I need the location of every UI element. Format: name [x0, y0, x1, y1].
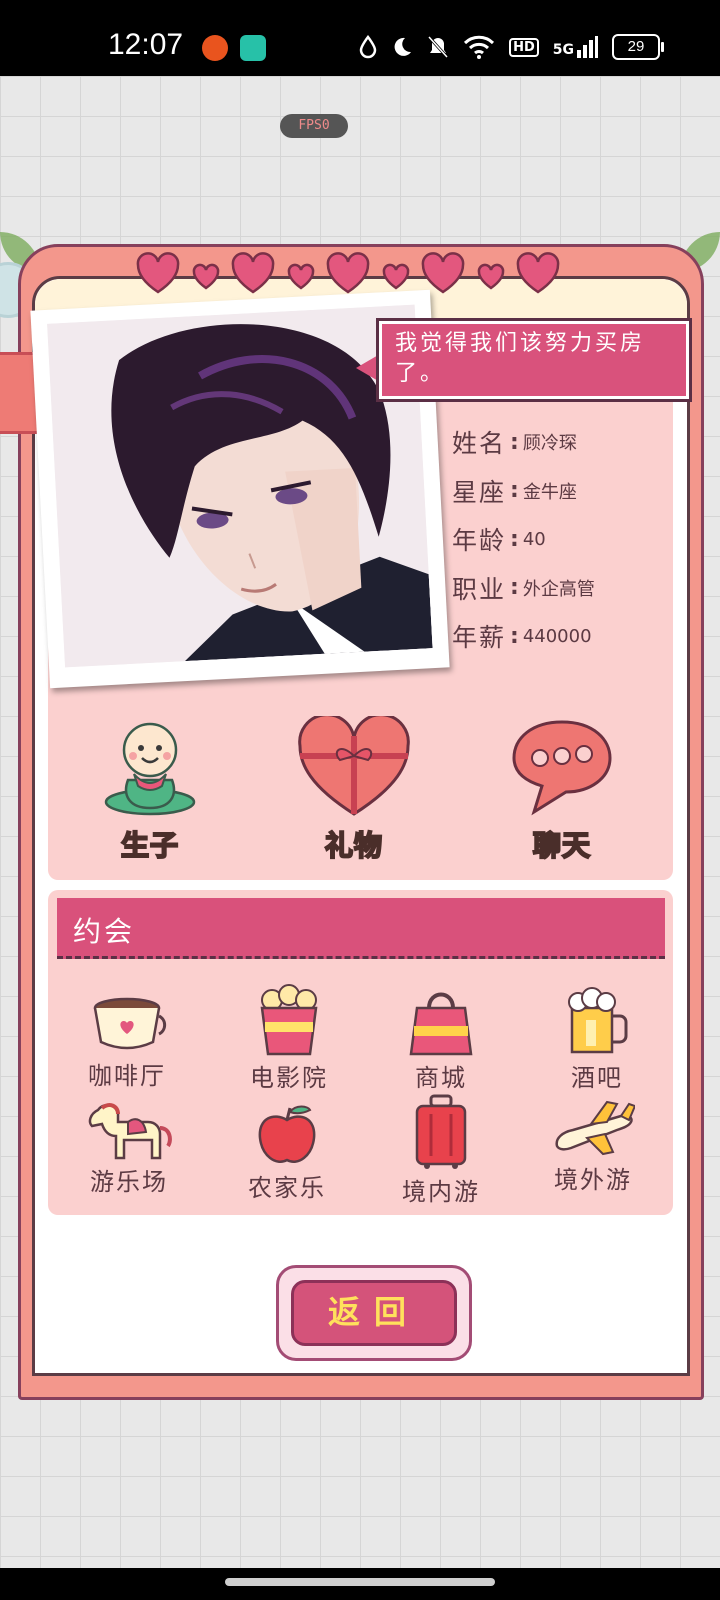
name-label: 姓名	[452, 429, 507, 459]
profile-row-name: 姓名: 顾冷琛	[452, 418, 595, 467]
salary-label: 年薪	[452, 623, 507, 653]
gift-heart-icon	[298, 713, 410, 816]
speech-text: 我觉得我们该努力买房了。	[395, 331, 646, 386]
status-bar: 12:07 HD 5G 29	[0, 0, 720, 76]
venue-domestic-travel-label: 境内游	[402, 1178, 480, 1206]
job-value: 外企高管	[522, 578, 595, 600]
network-type: 5G	[552, 42, 574, 58]
airplane-icon	[555, 1100, 635, 1156]
chat-button[interactable]: 聊天	[502, 716, 622, 864]
status-time: 12:07	[108, 28, 184, 61]
home-gesture-bar[interactable]	[225, 1578, 495, 1586]
water-drop-icon	[359, 35, 377, 59]
venue-bar[interactable]: 酒吧	[532, 986, 662, 1093]
popcorn-icon	[260, 984, 318, 1056]
venue-bar-label: 酒吧	[571, 1064, 623, 1092]
coffee-cup-icon	[93, 997, 167, 1050]
wifi-icon	[464, 35, 495, 59]
zodiac-value: 金牛座	[522, 481, 577, 503]
beer-mug-icon	[568, 987, 628, 1054]
profile-row-age: 年龄:40	[452, 515, 595, 564]
dating-title: 约会	[73, 915, 136, 948]
have-baby-label: 生子	[120, 828, 179, 863]
venue-cafe[interactable]: 咖啡厅	[62, 996, 192, 1091]
age-label: 年龄	[452, 526, 507, 556]
speech-bubble: 我觉得我们该努力买房了。	[376, 318, 692, 402]
signal-icon	[577, 36, 598, 58]
fps-counter: FPS0	[280, 114, 348, 138]
job-label: 职业	[452, 574, 507, 604]
hd-badge: HD	[509, 37, 539, 57]
salary-value: 440000	[522, 625, 592, 647]
carousel-horse-icon	[88, 1103, 172, 1160]
have-baby-button[interactable]: 生子	[90, 716, 210, 864]
zodiac-label: 星座	[452, 477, 507, 507]
moon-icon	[394, 37, 412, 56]
profile-info: 姓名: 顾冷琛 星座: 金牛座 年龄:40 职业: 外企高管 年薪:440000	[452, 418, 595, 661]
venue-amusement-park-label: 游乐场	[90, 1168, 168, 1196]
age-value: 40	[522, 528, 546, 550]
return-button-label: 返回	[291, 1280, 457, 1346]
venue-farm-stay-label: 农家乐	[248, 1174, 326, 1202]
hearts-decoration	[136, 252, 560, 294]
return-button[interactable]: 返回	[276, 1265, 472, 1361]
venue-overseas-travel-label: 境外游	[554, 1166, 632, 1194]
app-notification-icon	[202, 35, 228, 61]
venue-mall[interactable]: 商城	[376, 986, 506, 1093]
venue-farm-stay[interactable]: 农家乐	[222, 1104, 352, 1203]
name-value: 顾冷琛	[522, 433, 577, 455]
battery-indicator: 29	[612, 34, 664, 60]
shopping-bag-icon	[409, 992, 473, 1056]
venue-mall-label: 商城	[415, 1064, 467, 1092]
venue-domestic-travel[interactable]: 境内游	[376, 1094, 506, 1207]
bell-muted-icon	[427, 35, 449, 59]
venue-overseas-travel[interactable]: 境外游	[528, 1098, 658, 1195]
gift-label: 礼物	[324, 828, 383, 863]
dating-header: 约会	[57, 898, 665, 959]
profile-row-job: 职业: 外企高管	[452, 564, 595, 613]
gift-button[interactable]: 礼物	[294, 713, 414, 864]
venue-cinema[interactable]: 电影院	[224, 984, 354, 1093]
chat-bubble-icon	[512, 720, 612, 816]
profile-row-zodiac: 星座: 金牛座	[452, 467, 595, 516]
profile-row-salary: 年薪:440000	[452, 612, 595, 661]
app-notification-icon-2	[240, 35, 266, 61]
venue-cafe-label: 咖啡厅	[88, 1062, 166, 1090]
chat-label: 聊天	[532, 828, 591, 863]
venue-amusement-park[interactable]: 游乐场	[64, 1100, 194, 1197]
apple-icon	[258, 1105, 316, 1163]
venue-cinema-label: 电影院	[250, 1064, 328, 1092]
baby-icon	[104, 722, 196, 816]
suitcase-icon	[415, 1094, 467, 1169]
